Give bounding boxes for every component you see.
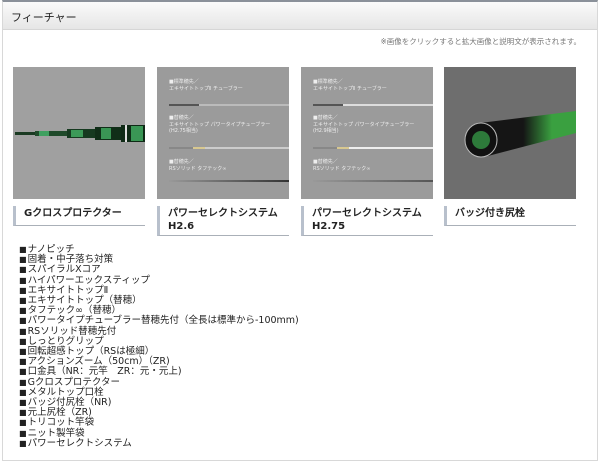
- rod-tip-illustration: [15, 125, 145, 142]
- butt-cap-illustration: [464, 111, 576, 158]
- card-caption[interactable]: パワーセレクトシステム H2.75: [301, 206, 433, 236]
- feature-list-item: パワーセレクトシステム: [19, 438, 299, 449]
- spec-text: ■替穂先／ エキサイトトップ パワータイプチューブラー (H2.9相当): [313, 115, 415, 134]
- section-header: フィーチャー: [3, 2, 597, 30]
- power-select-h275-image[interactable]: ■標準穂先／ エキサイトトップⅡ チューブラー ■替穂先／ エキサイトトップ パワー…: [301, 67, 433, 199]
- feature-card-g-cross[interactable]: Gクロスプロテクター: [13, 67, 145, 226]
- feature-card-power-select-h275[interactable]: ■標準穂先／ エキサイトトップⅡ チューブラー ■替穂先／ エキサイトトップ パワー…: [301, 67, 433, 236]
- rod-line: [169, 180, 289, 182]
- section-title: フィーチャー: [11, 11, 77, 24]
- feature-card-badge-butt-cap[interactable]: バッジ付き尻栓: [444, 67, 576, 226]
- rod-line: [313, 147, 433, 149]
- power-select-h26-image[interactable]: ■標準穂先／ エキサイトトップⅡ チューブラー ■替穂先／ エキサイトトップ パワー…: [157, 67, 289, 199]
- spec-text: ■替穂先／ RSソリッド タフテック∞: [313, 159, 371, 172]
- rod-line: [169, 147, 289, 149]
- click-hint: ※画像をクリックすると拡大画像と説明文が表示されます。: [380, 37, 581, 46]
- badge-butt-cap-image[interactable]: [444, 67, 576, 199]
- card-caption[interactable]: Gクロスプロテクター: [13, 206, 145, 226]
- spec-text: ■標準穂先／ エキサイトトップⅡ チューブラー: [169, 79, 243, 92]
- card-caption[interactable]: パワーセレクトシステム H2.6: [157, 206, 289, 236]
- spec-text: ■替穂先／ エキサイトトップ パワータイプチューブラー (H2.75相当): [169, 115, 271, 134]
- spec-text: ■替穂先／ RSソリッド タフテック∞: [169, 159, 227, 172]
- feature-card-power-select-h26[interactable]: ■標準穂先／ エキサイトトップⅡ チューブラー ■替穂先／ エキサイトトップ パワー…: [157, 67, 289, 236]
- g-cross-protector-image[interactable]: [13, 67, 145, 199]
- card-caption[interactable]: バッジ付き尻栓: [444, 206, 576, 226]
- rod-line: [313, 180, 433, 182]
- feature-list: ナノピッチ固着・中子落ち対策スパイラルXコアハイパワーエックスティップエキサイト…: [19, 244, 299, 449]
- rod-line: [313, 104, 433, 106]
- rod-line: [169, 104, 289, 106]
- feature-panel: フィーチャー ※画像をクリックすると拡大画像と説明文が表示されます。 Gクロスプ…: [2, 0, 598, 461]
- spec-text: ■標準穂先／ エキサイトトップⅡ チューブラー: [313, 79, 387, 92]
